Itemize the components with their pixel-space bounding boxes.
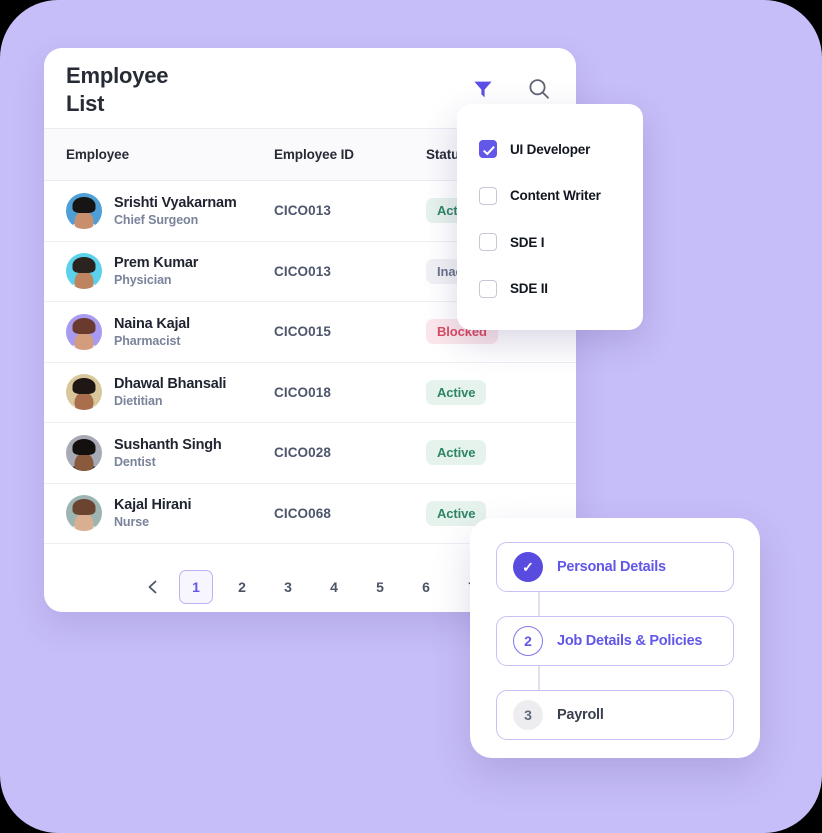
filter-dropdown: UI Developer Content Writer SDE I SDE II — [457, 104, 643, 330]
filter-option-label: SDE I — [510, 234, 545, 250]
checkbox-icon[interactable] — [479, 186, 497, 205]
employee-name-block: Kajal Hirani Nurse — [114, 497, 192, 530]
employee-name-block: Naina Kajal Pharmacist — [114, 316, 190, 348]
employee-id: CICO068 — [274, 505, 331, 521]
avatar — [66, 374, 102, 411]
filter-option[interactable]: UI Developer — [457, 126, 643, 173]
employee-id: CICO015 — [274, 324, 331, 340]
header-actions — [470, 76, 552, 102]
employee-cell: Prem Kumar Physician — [66, 253, 274, 290]
stepper-step[interactable]: 3 Payroll — [496, 690, 734, 740]
employee-name-block: Dhawal Bhansali Dietitian — [114, 376, 226, 408]
employee-cell: Dhawal Bhansali Dietitian — [66, 374, 274, 411]
employee-name: Kajal Hirani — [114, 497, 192, 514]
checkbox-icon[interactable] — [479, 140, 497, 159]
employee-cell: Naina Kajal Pharmacist — [66, 313, 274, 350]
filter-option-label: SDE II — [510, 281, 548, 297]
employee-id: CICO013 — [274, 203, 331, 219]
stepper-step[interactable]: ✓ Personal Details — [496, 542, 734, 592]
filter-option-label: UI Developer — [510, 141, 591, 157]
employee-name-block: Sushanth Singh Dentist — [114, 437, 222, 469]
pagination-pages: 1234567 — [179, 570, 489, 604]
employee-role: Dentist — [114, 454, 156, 469]
avatar — [66, 192, 102, 229]
filter-option[interactable]: SDE II — [457, 266, 643, 313]
table-row[interactable]: Dhawal Bhansali Dietitian CICO018 Active — [44, 362, 576, 423]
employee-name: Sushanth Singh — [114, 436, 222, 453]
employee-id: CICO018 — [274, 384, 331, 400]
employee-role: Chief Surgeon — [114, 212, 199, 227]
step-label: Personal Details — [557, 559, 666, 575]
employee-id: CICO028 — [274, 445, 331, 461]
stepper-steps: ✓ Personal Details 2 Job Details & Policies… — [496, 542, 734, 740]
checkbox-icon[interactable] — [479, 233, 497, 252]
checkbox-icon[interactable] — [479, 279, 497, 298]
employee-name: Naina Kajal — [114, 315, 190, 332]
employee-name: Dhawal Bhansali — [114, 376, 227, 393]
filter-option-label: Content Writer — [510, 188, 601, 204]
stepper-step[interactable]: 2 Job Details & Policies — [496, 616, 734, 666]
page-title: Employee List — [66, 62, 256, 117]
stepper-connector-1 — [538, 592, 540, 616]
filter-option-list: UI Developer Content Writer SDE I SDE II — [457, 126, 643, 312]
employee-cell: Srishti Vyakarnam Chief Surgeon — [66, 192, 274, 229]
employee-role: Physician — [114, 273, 172, 288]
status-badge: Active — [426, 379, 487, 405]
employee-name: Prem Kumar — [114, 255, 199, 272]
pagination-page-1[interactable]: 1 — [179, 570, 213, 604]
column-header-employee-id: Employee ID — [274, 147, 354, 162]
employee-role: Pharmacist — [114, 333, 181, 348]
avatar — [66, 434, 102, 471]
avatar — [66, 313, 102, 350]
onboarding-stepper-card: ✓ Personal Details 2 Job Details & Policies… — [470, 518, 760, 758]
table-row[interactable]: Sushanth Singh Dentist CICO028 Active — [44, 423, 576, 484]
status-badge: Active — [426, 440, 487, 466]
pagination-page-6[interactable]: 6 — [409, 570, 443, 604]
step-marker-icon: 2 — [513, 626, 543, 656]
employee-name-block: Srishti Vyakarnam Chief Surgeon — [114, 195, 237, 227]
employee-name: Srishti Vyakarnam — [114, 194, 237, 211]
step-label: Payroll — [557, 707, 604, 723]
pagination-page-4[interactable]: 4 — [317, 570, 351, 604]
stepper-connector-2 — [538, 666, 540, 690]
status-cell: Active — [426, 440, 546, 466]
pagination-page-3[interactable]: 3 — [271, 570, 305, 604]
pagination-page-2[interactable]: 2 — [225, 570, 259, 604]
screenshot-root: Employee List Employee Employee ID Statu… — [0, 0, 822, 833]
status-cell: Active — [426, 379, 546, 405]
avatar — [66, 495, 102, 532]
employee-name-block: Prem Kumar Physician — [114, 255, 198, 287]
page-title-line2: List — [66, 90, 105, 116]
pagination-prev-button[interactable] — [139, 573, 167, 601]
search-icon[interactable] — [526, 76, 552, 102]
employee-cell: Kajal Hirani Nurse — [66, 495, 274, 532]
employee-cell: Sushanth Singh Dentist — [66, 434, 274, 471]
pagination-page-5[interactable]: 5 — [363, 570, 397, 604]
filter-option[interactable]: Content Writer — [457, 173, 643, 220]
avatar — [66, 253, 102, 290]
page-title-line1: Employee — [66, 63, 169, 88]
stepper-items: ✓ Personal Details 2 Job Details & Policies… — [496, 542, 734, 740]
step-marker-icon: ✓ — [513, 552, 543, 582]
employee-role: Nurse — [114, 515, 149, 530]
employee-id: CICO013 — [274, 263, 331, 279]
employee-role: Dietitian — [114, 394, 163, 409]
filter-option[interactable]: SDE I — [457, 219, 643, 266]
filter-icon[interactable] — [470, 76, 496, 102]
step-marker-icon: 3 — [513, 700, 543, 730]
column-header-employee: Employee — [66, 147, 129, 162]
step-label: Job Details & Policies — [557, 633, 703, 649]
